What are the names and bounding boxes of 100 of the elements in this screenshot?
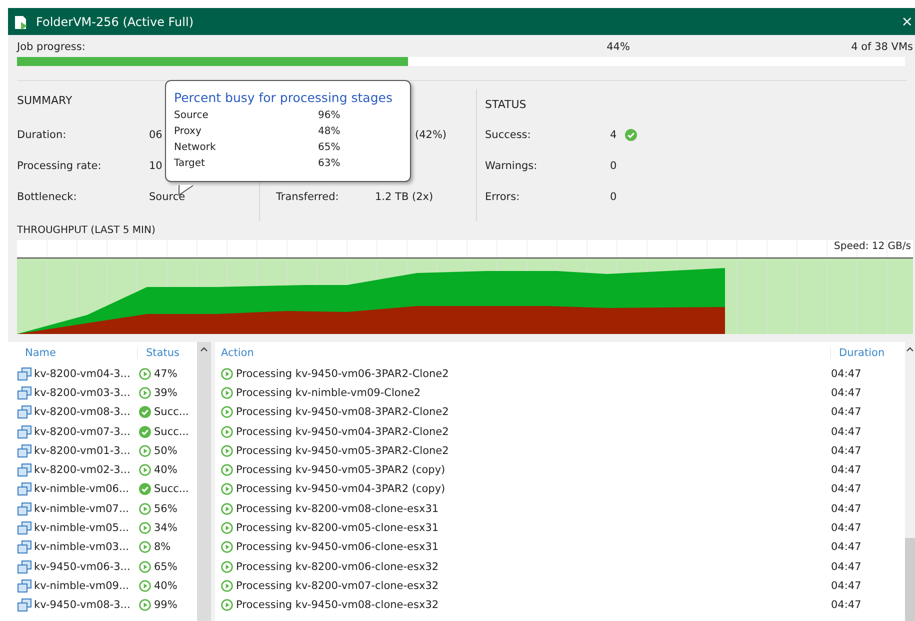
vm-name: kv-8200-vm01-3... bbox=[34, 444, 130, 457]
section-heading: SUMMARY bbox=[17, 94, 72, 106]
play-icon bbox=[221, 444, 233, 457]
progress-percent: 44% bbox=[606, 41, 630, 53]
check-icon bbox=[624, 128, 637, 140]
summary-label: Processing rate: bbox=[17, 160, 102, 172]
scroll-up-icon bbox=[906, 346, 914, 352]
vm-icon bbox=[17, 598, 32, 612]
action-text: Processing kv-9450-vm04-3PAR2-Clone2 bbox=[236, 426, 449, 438]
window-title: FolderVM-256 (Active Full) bbox=[36, 14, 195, 28]
status-value: 4 bbox=[610, 128, 617, 140]
column-header[interactable]: Name bbox=[17, 347, 138, 359]
tooltip-title: Percent busy for processing stages bbox=[174, 89, 394, 107]
action-text: Processing kv-9450-vm08-3PAR2-Clone2 bbox=[236, 406, 449, 418]
vm-icon bbox=[17, 366, 32, 381]
vm-status: 99% bbox=[154, 599, 178, 612]
duration-value: 04:47 bbox=[831, 483, 862, 496]
vm-status: 56% bbox=[154, 502, 178, 515]
play-icon bbox=[139, 464, 151, 476]
vm-name: kv-8200-vm08-3... bbox=[34, 406, 130, 418]
action-text: Processing kv-9450-vm04-3PAR2 (copy) bbox=[236, 483, 446, 496]
stage-label: Target bbox=[174, 157, 206, 171]
summary-value: 1.2 TB (2x) bbox=[375, 190, 434, 202]
vm-status: 40% bbox=[154, 464, 178, 476]
play-icon bbox=[139, 541, 151, 554]
vm-icon bbox=[17, 444, 32, 458]
summary-value: 06 bbox=[149, 128, 162, 140]
status-label: Success: bbox=[485, 128, 531, 140]
duration-value: 04:47 bbox=[831, 406, 862, 418]
column-header[interactable]: Status bbox=[138, 347, 180, 359]
action-text: Processing kv-9450-vm05-3PAR2-Clone2 bbox=[236, 444, 449, 457]
action-text: Processing kv-nimble-vm09-Clone2 bbox=[236, 386, 421, 399]
vm-status: 8% bbox=[154, 541, 171, 554]
vm-name: kv-8200-vm03-3... bbox=[34, 386, 130, 399]
vm-name: kv-nimble-vm06... bbox=[34, 483, 129, 496]
speed-label: Speed: 12 GB/s bbox=[834, 241, 911, 252]
status-label: Warnings: bbox=[485, 160, 538, 172]
column-header[interactable]: Action bbox=[221, 347, 830, 359]
summary-value: Source bbox=[149, 190, 186, 202]
vm-name: kv-8200-vm02-3... bbox=[34, 464, 130, 476]
play-icon bbox=[221, 560, 233, 573]
duration-value: 04:47 bbox=[831, 522, 862, 534]
vm-icon bbox=[17, 424, 32, 439]
vm-name: kv-nimble-vm09... bbox=[34, 580, 129, 592]
vm-icon bbox=[17, 482, 32, 496]
action-text: Processing kv-9450-vm06-clone-esx31 bbox=[236, 541, 439, 554]
section-heading: THROUGHPUT (LAST 5 MIN) bbox=[17, 225, 156, 236]
scrollbar[interactable] bbox=[905, 342, 915, 621]
vm-status: 65% bbox=[154, 560, 178, 573]
vm-icon bbox=[17, 502, 32, 516]
duration-value: 04:47 bbox=[831, 560, 862, 573]
stage-label: Network bbox=[174, 141, 217, 155]
vm-status: Succ... bbox=[154, 406, 189, 418]
summary-label: Transferred: bbox=[276, 190, 339, 202]
duration-value: 04:47 bbox=[831, 502, 862, 515]
section-heading: STATUS bbox=[485, 98, 526, 110]
close-button[interactable]: × bbox=[899, 14, 915, 30]
action-text: Processing kv-8200-vm06-clone-esx32 bbox=[236, 560, 439, 573]
play-icon bbox=[221, 599, 233, 612]
vm-status: Succ... bbox=[154, 426, 189, 438]
action-text: Processing kv-8200-vm05-clone-esx31 bbox=[236, 522, 439, 534]
summary-label: Duration: bbox=[17, 128, 66, 140]
play-icon bbox=[221, 386, 233, 399]
duration-value: 04:47 bbox=[831, 426, 862, 438]
stage-label: Proxy bbox=[174, 125, 202, 139]
vm-name: kv-nimble-vm07... bbox=[34, 502, 129, 515]
action-text: Processing kv-9450-vm06-3PAR2-Clone2 bbox=[236, 368, 449, 380]
vm-status: 34% bbox=[154, 522, 178, 534]
duration-value: 04:47 bbox=[831, 599, 862, 612]
summary-value: 10 bbox=[149, 160, 162, 172]
play-icon bbox=[221, 580, 233, 592]
play-icon bbox=[221, 502, 233, 515]
scrollbar[interactable] bbox=[197, 342, 211, 621]
vm-status: 50% bbox=[154, 444, 178, 457]
play-icon bbox=[221, 406, 233, 418]
play-icon bbox=[139, 599, 151, 612]
play-icon bbox=[221, 483, 233, 496]
vm-icon bbox=[17, 560, 32, 574]
play-icon bbox=[221, 522, 233, 534]
play-icon bbox=[139, 580, 151, 592]
status-value: 0 bbox=[610, 190, 617, 202]
action-text: Processing kv-9450-vm05-3PAR2 (copy) bbox=[236, 464, 446, 476]
summary-value: (42%) bbox=[415, 128, 447, 140]
play-icon bbox=[139, 522, 151, 534]
action-text: Processing kv-8200-vm08-clone-esx31 bbox=[236, 502, 439, 515]
vm-count: 4 of 38 VMs bbox=[851, 41, 913, 53]
play-icon bbox=[139, 502, 151, 515]
vm-status: 47% bbox=[154, 368, 178, 380]
check-icon bbox=[139, 406, 151, 418]
vm-icon bbox=[17, 405, 32, 420]
vm-name: kv-nimble-vm03... bbox=[34, 541, 129, 554]
duration-value: 04:47 bbox=[831, 386, 862, 399]
vm-status: 39% bbox=[154, 386, 178, 399]
play-icon bbox=[139, 444, 151, 457]
duration-value: 04:47 bbox=[831, 541, 862, 554]
stage-value: 63% bbox=[318, 157, 342, 171]
vm-status: 40% bbox=[154, 580, 178, 592]
check-icon bbox=[139, 483, 151, 496]
play-icon bbox=[221, 541, 233, 554]
status-label: Errors: bbox=[485, 190, 520, 202]
